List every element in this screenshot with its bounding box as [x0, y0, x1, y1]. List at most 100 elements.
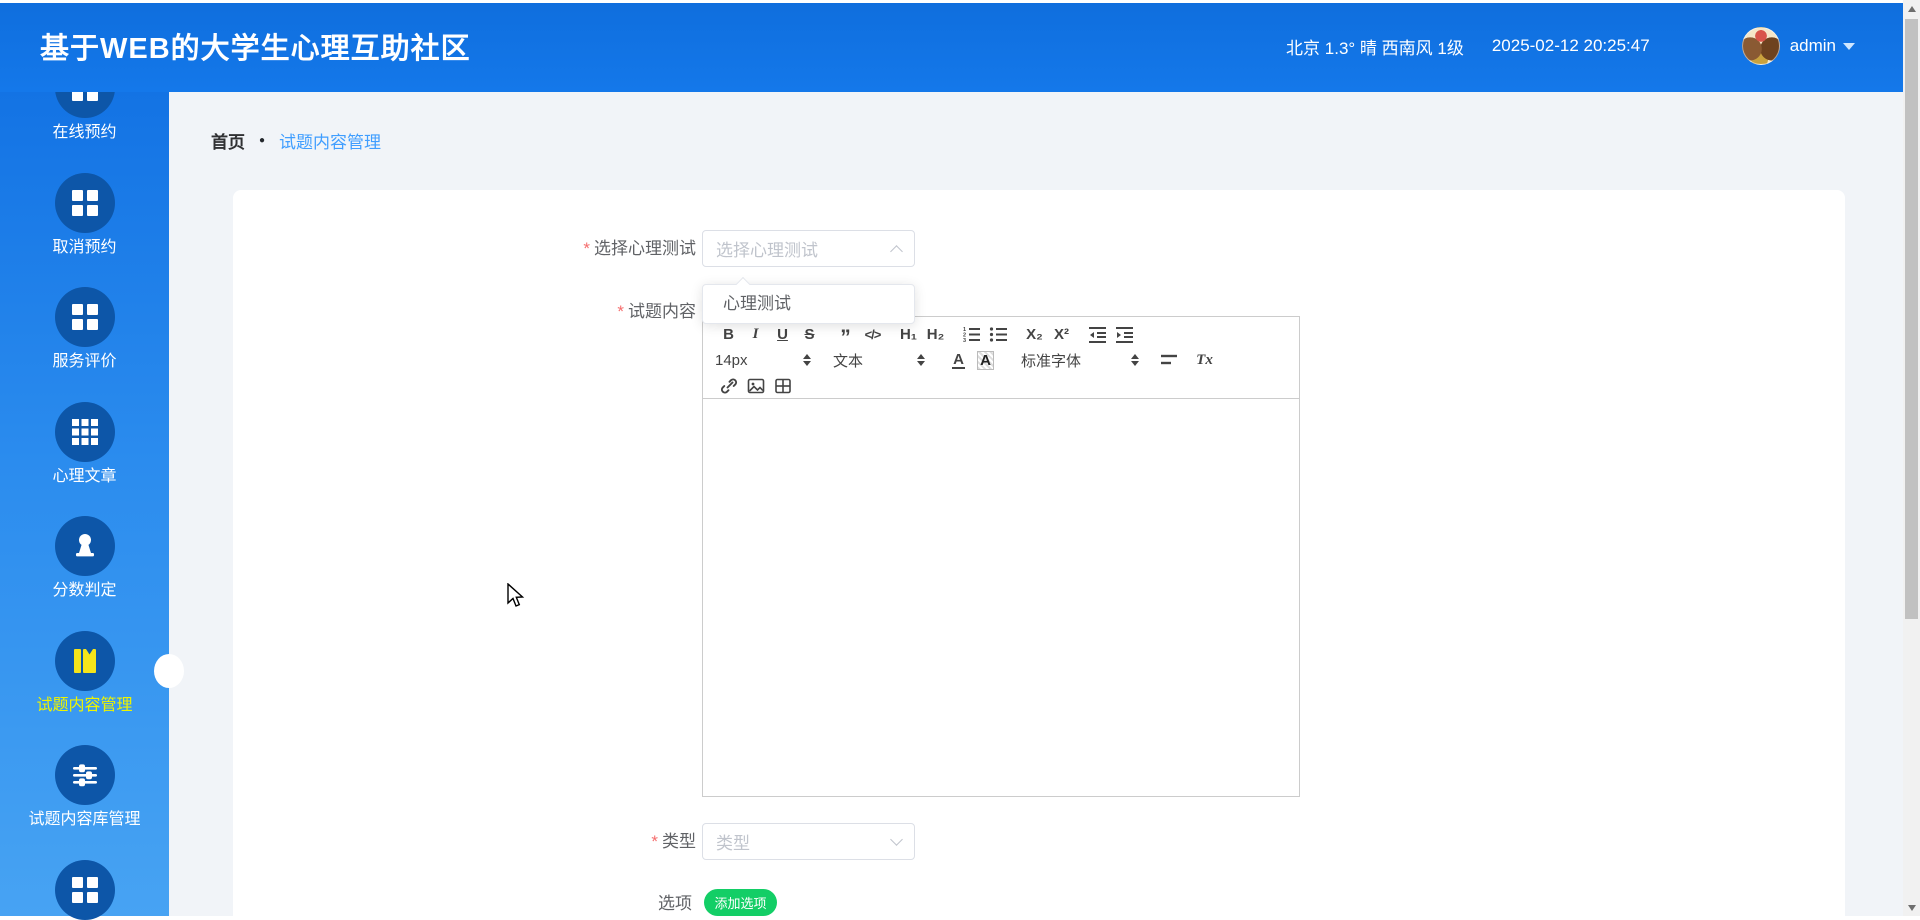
test-select-dropdown: 心理测试: [702, 276, 915, 324]
clean-format-icon: Tx: [1196, 351, 1213, 368]
video-icon: [774, 378, 791, 394]
sidebar-item-label: 试题内容库管理: [28, 811, 141, 828]
sidebar-item-partial[interactable]: [0, 860, 169, 920]
rich-text-editor: B I U S ” </> H₁ H₂ 123 X₂ X² 14px 文本 A …: [702, 316, 1300, 797]
add-option-button[interactable]: 添加选项: [704, 889, 777, 916]
ordered-list-icon: 123: [963, 327, 980, 344]
browser-scrollbar[interactable]: [1903, 0, 1920, 916]
grid-icon: [54, 287, 115, 347]
sidebar-item-label: 心理文章: [52, 468, 117, 485]
ordered-list-button[interactable]: 123: [958, 322, 985, 346]
sidebar-item-question-content-mgmt[interactable]: 试题内容管理: [0, 631, 169, 716]
sidebar-item-label: 取消预约: [52, 239, 117, 256]
content-label: * 试题内容: [617, 302, 696, 321]
grid-3x3-icon: [54, 402, 115, 462]
clean-format-button[interactable]: Tx: [1191, 348, 1218, 372]
font-family-picker[interactable]: 标准字体: [1021, 350, 1139, 371]
sidebar-item-score-judgement[interactable]: 分数判定: [0, 516, 169, 601]
superscript-button[interactable]: X²: [1048, 322, 1075, 346]
link-button[interactable]: [715, 374, 742, 398]
mouse-cursor: [506, 582, 528, 614]
blockquote-button[interactable]: ”: [832, 322, 859, 348]
picker-arrows-icon: [1131, 354, 1139, 366]
breadcrumb-home[interactable]: 首页: [211, 128, 245, 153]
editor-toolbar: B I U S ” </> H₁ H₂ 123 X₂ X² 14px 文本 A …: [703, 317, 1299, 399]
subscript-button[interactable]: X₂: [1021, 322, 1048, 346]
svg-text:3: 3: [963, 338, 966, 344]
outdent-button[interactable]: [1084, 322, 1111, 346]
underline-button[interactable]: U: [769, 322, 796, 346]
font-color-button[interactable]: A: [945, 348, 972, 372]
sidebar-item-cancel-booking[interactable]: 取消预约: [0, 173, 169, 258]
weather-text: 北京 1.3° 晴 西南风 1级: [1286, 38, 1464, 58]
bold-button[interactable]: B: [715, 322, 742, 346]
picker-arrows-icon: [803, 354, 811, 366]
font-size-picker[interactable]: 14px: [715, 352, 811, 369]
type-select[interactable]: 类型: [702, 823, 915, 860]
link-icon: [720, 378, 737, 394]
app-title: 基于WEB的大学生心理互助社区: [40, 33, 471, 65]
required-mark: *: [617, 302, 624, 321]
header-right: 北京 1.3° 晴 西南风 1级 2025-02-12 20:25:47 adm…: [1286, 0, 1903, 92]
breadcrumb-separator-icon: ●: [259, 135, 266, 146]
sidebar-item-question-bank-mgmt[interactable]: 试题内容库管理: [0, 745, 169, 830]
background-color-button[interactable]: A: [972, 348, 999, 372]
code-block-button[interactable]: </>: [859, 322, 886, 346]
sidebar-item-label: 分数判定: [52, 582, 117, 599]
sidebar-item-label: 服务评价: [52, 353, 117, 370]
form-card: *选择心理测试 选择心理测试 心理测试 *试题内容 B I U S ” </: [233, 190, 1845, 916]
align-button[interactable]: [1155, 348, 1182, 372]
header2-button[interactable]: H₂: [922, 322, 949, 346]
breadcrumb-current[interactable]: 试题内容管理: [279, 128, 381, 153]
scrollbar-thumb[interactable]: [1905, 19, 1918, 619]
header-picker[interactable]: 文本: [833, 350, 925, 371]
bullet-list-button[interactable]: [985, 322, 1012, 346]
sidebar-nav: 在线预约 取消预约 服务评价 心理文章 分数判定 试题内容管理 试题内容库管理: [0, 58, 184, 920]
app-header: 基于WEB的大学生心理互助社区 北京 1.3° 晴 西南风 1级 2025-02…: [0, 0, 1903, 92]
grid-icon: [54, 860, 115, 920]
active-item-notch: [154, 654, 184, 688]
scrollbar-down-button[interactable]: [1903, 899, 1920, 916]
datetime-text: 2025-02-12 20:25:47: [1491, 36, 1650, 55]
indent-icon: [1116, 326, 1133, 343]
chevron-down-icon: [890, 833, 903, 846]
scrollbar-up-button[interactable]: [1903, 0, 1920, 17]
align-icon: [1160, 354, 1177, 365]
options-label: 选项: [658, 894, 692, 913]
books-icon: [54, 631, 115, 691]
editor-content-area[interactable]: [703, 399, 1299, 796]
type-select-placeholder: 类型: [716, 834, 750, 853]
user-avatar[interactable]: [1741, 27, 1780, 65]
indent-button[interactable]: [1111, 322, 1138, 346]
sidebar-item-label: 试题内容管理: [36, 697, 133, 714]
background-color-icon: A: [977, 350, 994, 370]
image-icon: [747, 378, 764, 394]
user-menu-caret-icon[interactable]: [1843, 42, 1855, 50]
username-label[interactable]: admin: [1790, 36, 1836, 56]
breadcrumb: 首页 ● 试题内容管理: [211, 128, 381, 153]
sidebar-item-label: 在线预约: [52, 124, 117, 141]
sidebar-item-psych-articles[interactable]: 心理文章: [0, 402, 169, 487]
header1-button[interactable]: H₁: [895, 322, 922, 346]
test-select-placeholder: 选择心理测试: [716, 241, 818, 260]
strike-button[interactable]: S: [796, 322, 823, 346]
test-select-label: * 选择心理测试: [583, 239, 696, 258]
required-mark: *: [651, 832, 658, 851]
type-select-label: * 类型: [651, 832, 696, 851]
sidebar-item-service-review[interactable]: 服务评价: [0, 287, 169, 372]
required-mark: *: [583, 239, 590, 258]
chevron-up-icon: [890, 244, 903, 258]
test-select[interactable]: 选择心理测试: [702, 230, 915, 267]
image-button[interactable]: [742, 374, 769, 398]
sliders-icon: [54, 745, 115, 805]
video-button[interactable]: [769, 374, 796, 398]
dropdown-option[interactable]: 心理测试: [703, 285, 914, 323]
top-strip: [0, 0, 1920, 3]
main-content: 首页 ● 试题内容管理 * 选择心理测试 选择心理测试 心理测试 * 试题内容 B …: [169, 92, 1903, 916]
bullet-list-icon: [989, 326, 1007, 342]
italic-button[interactable]: I: [742, 322, 769, 346]
picker-arrows-icon: [917, 354, 925, 366]
stamp-icon: [54, 516, 115, 576]
grid-icon: [54, 173, 115, 233]
font-color-icon: A: [952, 350, 965, 369]
